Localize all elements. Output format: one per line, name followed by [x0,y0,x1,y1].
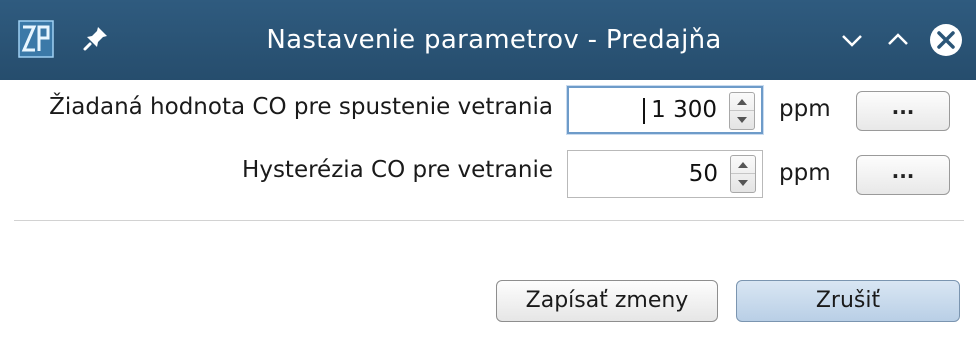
title-bar[interactable]: Nastavenie parametrov - Predajňa [0,0,976,80]
co-setpoint-more-button[interactable]: ... [856,91,950,131]
chevron-up-icon[interactable] [882,24,914,56]
divider [14,220,964,221]
co-setpoint-value[interactable]: 1 300 [577,88,717,132]
dialog-content: Žiadaná hodnota CO pre spustenie vetrani… [0,80,976,340]
co-setpoint-spinner[interactable]: 1 300 [567,86,763,134]
cancel-button[interactable]: Zrušiť [736,280,960,322]
close-icon[interactable] [928,22,964,58]
co-setpoint-unit: ppm [779,96,831,122]
co-hysteresis-spinner[interactable]: 50 [567,150,763,198]
settings-dialog: Nastavenie parametrov - Predajňa Žiadaná… [0,0,976,340]
spin-down-icon[interactable] [730,111,754,129]
spin-up-icon[interactable] [730,93,754,111]
window-title: Nastavenie parametrov - Predajňa [266,25,722,55]
co-hysteresis-label: Hysterézia CO pre vetranie [242,157,553,183]
save-changes-button[interactable]: Zapísať zmeny [496,280,718,322]
co-hysteresis-value[interactable]: 50 [578,151,718,197]
co-hysteresis-more-button[interactable]: ... [856,155,950,195]
spin-down-icon[interactable] [731,174,755,192]
co-hysteresis-unit: ppm [779,160,831,186]
chevron-down-icon[interactable] [836,24,868,56]
co-setpoint-label: Žiadaná hodnota CO pre spustenie vetrani… [49,94,553,120]
spinner-arrows[interactable] [729,92,755,130]
spin-up-icon[interactable] [731,156,755,174]
spinner-arrows[interactable] [730,155,756,193]
